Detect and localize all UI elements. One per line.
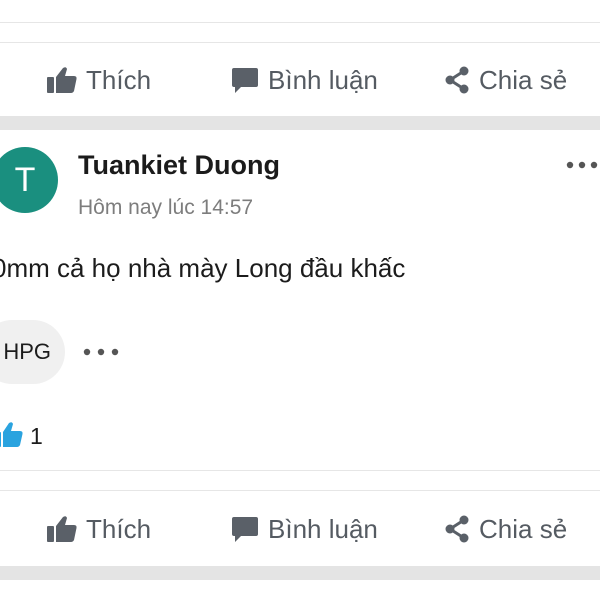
share-label: Chia sẻ [479,513,568,544]
comment-icon [230,514,260,544]
post-timestamp: Hôm nay lúc 14:57 [78,196,254,219]
comment-button[interactable]: Bình luận [230,45,378,115]
share-label: Chia sẻ [479,64,568,95]
comment-button[interactable]: Bình luận [230,494,378,564]
stock-tag[interactable]: HPG [0,320,65,384]
share-icon [443,65,471,95]
comment-icon [230,65,260,95]
stock-tag-label: HPG [3,339,51,364]
action-bar: Thích Bình luận Chia sẻ [0,494,600,564]
post-separator [0,116,600,130]
thumbs-up-icon [46,66,78,94]
action-bar-previous-post: Thích Bình luận Chia sẻ [0,45,600,115]
divider [0,42,600,43]
thumbs-up-icon [46,515,78,543]
avatar[interactable]: T [0,147,58,213]
like-button[interactable]: Thích [46,45,151,115]
divider [0,470,600,471]
more-dots-icon [566,161,598,169]
like-label: Thích [86,513,152,544]
divider [0,22,600,23]
more-dots-icon [83,348,119,356]
comment-label: Bình luận [268,64,378,95]
author-name[interactable]: Tuankiet Duong [78,150,280,181]
share-button[interactable]: Chia sẻ [443,494,567,564]
comment-label: Bình luận [268,513,378,544]
more-tags-button[interactable] [80,338,122,366]
avatar-letter: T [14,160,36,199]
share-icon [443,514,471,544]
post-separator [0,566,600,580]
divider [0,490,600,491]
post-text: 0mm cả họ nhà mày Long đầu khấc [0,253,406,283]
like-label: Thích [86,64,152,95]
like-button[interactable]: Thích [46,494,151,564]
like-count[interactable]: 1 [30,423,43,450]
share-button[interactable]: Chia sẻ [443,45,567,115]
like-reaction-icon [0,420,24,450]
more-options-button[interactable] [560,148,600,182]
